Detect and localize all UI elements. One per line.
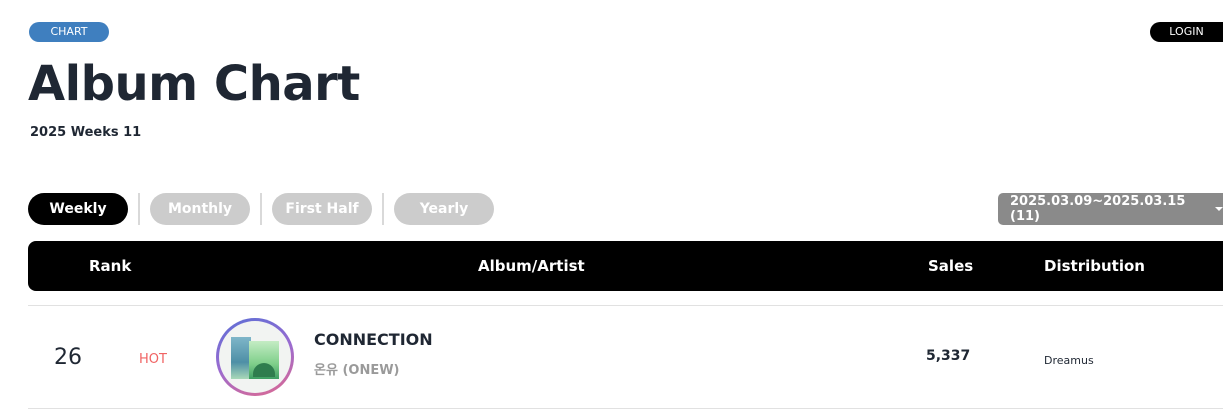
login-button[interactable]: LOGIN [1150, 22, 1223, 42]
date-range-select[interactable]: 2025.03.09~2025.03.15 (11) [998, 193, 1223, 225]
column-header-rank: Rank [89, 257, 132, 275]
album-cover-image [219, 321, 291, 393]
chart-week-subtitle: 2025 Weeks 11 [30, 125, 142, 140]
chart-badge: CHART [29, 22, 109, 42]
page-title: Album Chart [28, 56, 360, 112]
chevron-down-icon [1215, 207, 1223, 211]
cover-art-panel-left [231, 337, 251, 379]
tab-monthly[interactable]: Monthly [150, 193, 250, 225]
table-row: 26 HOT CONNECTION 온유 (ONEW) 5,337 Dreamu… [28, 306, 1223, 408]
column-header-album-artist: Album/Artist [478, 257, 585, 275]
tab-divider [382, 193, 384, 225]
column-header-sales: Sales [928, 257, 974, 275]
column-header-distribution: Distribution [1044, 257, 1145, 275]
rank-number: 26 [54, 345, 82, 370]
tab-yearly[interactable]: Yearly [394, 193, 494, 225]
period-tabs: Weekly Monthly First Half Yearly [28, 193, 494, 225]
tab-divider [260, 193, 262, 225]
date-range-value: 2025.03.09~2025.03.15 (11) [1010, 194, 1186, 224]
artist-name[interactable]: 온유 (ONEW) [314, 359, 399, 378]
table-header: Rank Album/Artist Sales Distribution [28, 241, 1223, 291]
tab-weekly[interactable]: Weekly [28, 193, 128, 225]
tab-first-half[interactable]: First Half [272, 193, 372, 225]
distributor: Dreamus [1044, 354, 1094, 367]
tab-divider [138, 193, 140, 225]
row-divider [28, 408, 1223, 409]
status-badge: HOT [139, 352, 167, 367]
album-title[interactable]: CONNECTION [314, 330, 433, 349]
sales-count: 5,337 [926, 348, 971, 364]
album-cover[interactable] [216, 318, 294, 396]
